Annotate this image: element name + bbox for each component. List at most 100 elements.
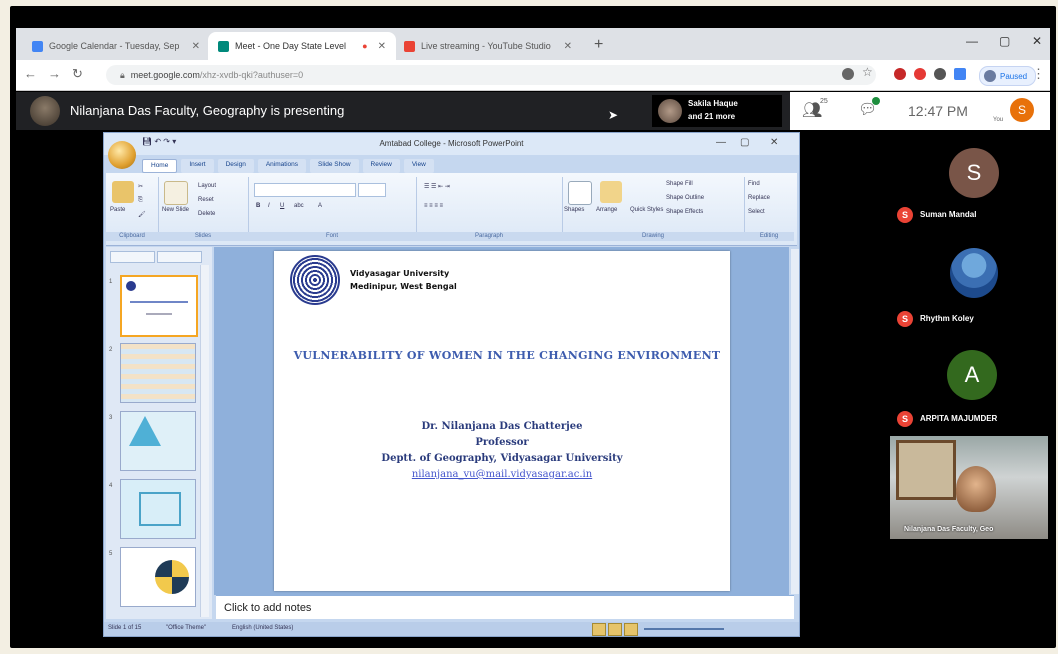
paste-icon[interactable] (112, 181, 134, 203)
slide-thumbnail[interactable] (120, 411, 196, 471)
url-input[interactable]: 🔒︎ meet.google.com/xhz-xvdb-qki?authuser=… (106, 65, 876, 85)
tab-home[interactable]: Home (142, 159, 178, 173)
ppt-maximize-button[interactable]: ▢ (740, 137, 749, 148)
tab-design[interactable]: Design (217, 159, 254, 173)
mouse-cursor-icon: ➤ (608, 108, 619, 122)
tab-insert[interactable]: Insert (181, 159, 214, 173)
bold-button[interactable]: B (256, 203, 260, 209)
self-avatar[interactable]: S (1010, 98, 1034, 122)
profile-button[interactable]: Paused (979, 66, 1037, 86)
tab-animations[interactable]: Animations (257, 159, 306, 173)
close-icon[interactable]: ✕ (564, 41, 572, 52)
bookmark-star-icon[interactable]: ☆ (862, 65, 873, 79)
adblock-icon[interactable] (894, 68, 906, 80)
participant-name: Suman Mandal (920, 210, 977, 219)
sorter-view-icon[interactable] (608, 623, 622, 636)
slide-scrollbar[interactable] (791, 249, 799, 594)
slide-thumbnail[interactable] (120, 275, 198, 337)
camera-icon[interactable] (842, 68, 854, 80)
tab-outline[interactable] (157, 251, 202, 263)
slide-thumbnail[interactable] (120, 343, 196, 403)
ribbon: Paste ✂ ⎘ 🖌︎ Clipboard New Slide Layout … (106, 173, 797, 246)
normal-view-icon[interactable] (592, 623, 606, 636)
presenting-banner: Nilanjana Das Faculty, Geography is pres… (70, 103, 345, 118)
strikethrough-button[interactable]: abc (294, 203, 304, 209)
lock-icon: 🔒︎ (120, 70, 125, 80)
translate-icon[interactable] (954, 68, 966, 80)
font-color-icon[interactable]: A (318, 203, 322, 209)
slide-canvas[interactable]: Vidyasagar University Medinipur, West Be… (274, 251, 730, 591)
delete-button[interactable]: Delete (198, 211, 215, 217)
maximize-button[interactable]: ▢ (999, 34, 1010, 48)
meeting-clock: 12:47 PM (908, 103, 968, 119)
shapes-button[interactable]: Shapes (564, 207, 584, 213)
shapes-icon[interactable] (568, 181, 592, 205)
tab-google-calendar[interactable]: Google Calendar - Tuesday, Sep ✕ (22, 32, 210, 60)
cut-icon[interactable]: ✂ (138, 183, 143, 190)
select-button[interactable]: Select (748, 209, 765, 215)
presenter-avatar (30, 96, 60, 126)
copy-icon[interactable]: ⎘ (138, 197, 143, 204)
opera-icon[interactable] (914, 68, 926, 80)
close-window-button[interactable]: ✕ (1032, 34, 1042, 48)
quick-styles-button[interactable]: Quick Styles (630, 207, 663, 213)
join-name: Sakila Haque (688, 99, 738, 108)
format-painter-icon[interactable]: 🖌︎ (138, 211, 146, 218)
slides-outline-tabs (110, 251, 202, 263)
reload-button[interactable]: ↻ (72, 66, 83, 82)
font-size-input[interactable] (358, 183, 386, 197)
mic-off-icon: S (897, 311, 913, 327)
new-tab-button[interactable]: + (594, 36, 603, 54)
shape-fill-button[interactable]: Shape Fill (666, 181, 693, 187)
extension-icon[interactable] (934, 68, 946, 80)
arrange-icon[interactable] (600, 181, 622, 203)
arrange-button[interactable]: Arrange (596, 207, 617, 213)
quick-access-toolbar[interactable]: 💾︎ ↶ ↷ ▾ (142, 137, 176, 146)
ppt-minimize-button[interactable]: — (716, 137, 726, 148)
tab-youtube-studio[interactable]: Live streaming - YouTube Studio ✕ (394, 32, 582, 60)
slide-thumbnail[interactable] (120, 547, 196, 607)
replace-button[interactable]: Replace (748, 195, 770, 201)
new-slide-icon[interactable] (164, 181, 188, 205)
ppt-close-button[interactable]: ✕ (770, 137, 778, 148)
author-email-link[interactable]: nilanjana_vu@mail.vidyasagar.ac.in (274, 469, 730, 480)
new-slide-button[interactable]: New Slide (162, 207, 189, 213)
slide-thumbnail[interactable] (120, 479, 196, 539)
group-paragraph: ☰ ☰ ⇤ ⇥ ≡ ≡ ≡ ≡ Paragraph (416, 177, 563, 241)
shape-effects-button[interactable]: Shape Effects (666, 209, 703, 215)
tab-meet[interactable]: Meet - One Day State Level ● ✕ (208, 32, 396, 60)
participant-avatar: A (947, 350, 997, 400)
minimize-button[interactable]: — (966, 34, 978, 48)
close-icon[interactable]: ✕ (378, 41, 386, 52)
slideshow-view-icon[interactable] (624, 623, 638, 636)
group-label: Font (248, 232, 416, 241)
reset-button[interactable]: Reset (198, 197, 214, 203)
align-icons[interactable]: ≡ ≡ ≡ ≡ (424, 203, 443, 209)
close-icon[interactable]: ✕ (192, 41, 200, 52)
url-path: /xhz-xvdb-qki?authuser=0 (199, 70, 304, 80)
profile-status: Paused (1000, 71, 1028, 81)
group-editing: Find Replace Select Editing (744, 177, 794, 241)
slides-panel-scrollbar[interactable] (200, 265, 209, 617)
tab-review[interactable]: Review (362, 159, 400, 173)
zoom-slider[interactable] (644, 628, 724, 630)
font-name-input[interactable] (254, 183, 356, 197)
join-notification[interactable]: Sakila Haque and 21 more (652, 95, 782, 127)
ribbon-tabs: Home Insert Design Animations Slide Show… (142, 159, 434, 173)
tab-view[interactable]: View (403, 159, 434, 173)
office-button-icon[interactable] (108, 141, 136, 169)
italic-button[interactable]: I (268, 203, 270, 209)
notes-input[interactable]: Click to add notes (216, 595, 794, 619)
find-button[interactable]: Find (748, 181, 760, 187)
tab-slide-show[interactable]: Slide Show (310, 159, 359, 173)
bullets-icon[interactable]: ☰ ☰ ⇤ ⇥ (424, 183, 450, 190)
tab-slides[interactable] (110, 251, 155, 263)
back-button[interactable]: ← (24, 66, 37, 81)
menu-dots-icon[interactable]: ⋮ (1032, 66, 1045, 82)
shape-outline-button[interactable]: Shape Outline (666, 195, 704, 201)
presenter-video-tile[interactable]: Nilanjana Das Faculty, Geo (890, 436, 1048, 539)
underline-button[interactable]: U (280, 203, 284, 209)
forward-button[interactable]: → (48, 66, 61, 81)
paste-button[interactable]: Paste (110, 207, 125, 213)
layout-button[interactable]: Layout (198, 183, 216, 189)
